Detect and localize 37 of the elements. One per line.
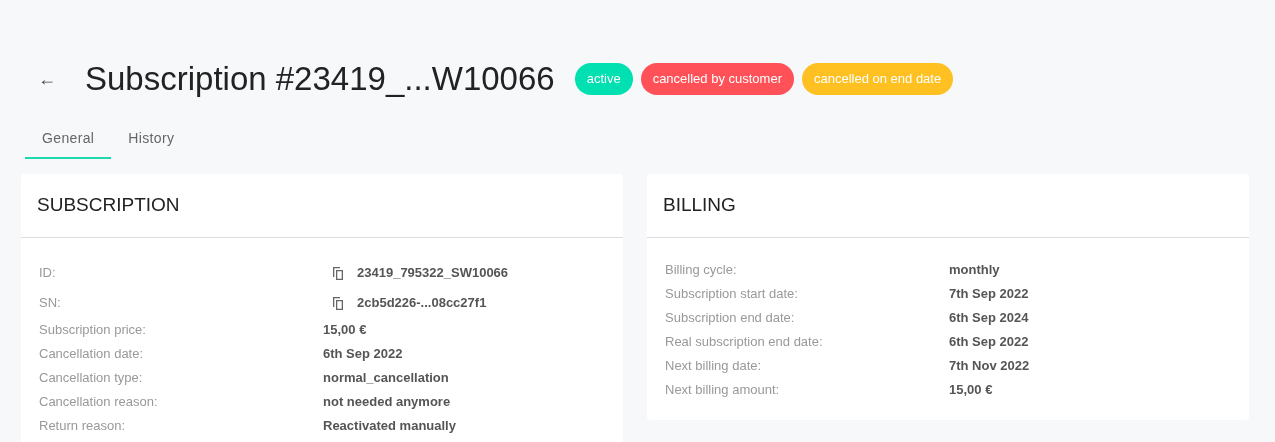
page-title: Subscription #23419_...W10066 — [85, 59, 555, 100]
field-label: Next billing amount: — [665, 381, 781, 400]
field-label: Return reason: — [39, 417, 126, 436]
field-label: Cancellation reason: — [39, 393, 159, 412]
field-value: 7th Nov 2022 — [949, 357, 1030, 376]
field-label: Real subscription end date: — [665, 333, 824, 352]
field-value: monthly — [949, 261, 1000, 280]
copy-icon[interactable] — [331, 295, 345, 311]
back-button[interactable]: ← — [38, 65, 68, 93]
field-label: ID: — [39, 264, 57, 283]
field-value: 6th Sep 2022 — [949, 333, 1029, 352]
card-title: SUBSCRIPTION — [37, 193, 180, 218]
field-value: 6th Sep 2022 — [323, 345, 403, 364]
field-label: Subscription start date: — [665, 285, 799, 304]
field-label: Billing cycle: — [665, 261, 738, 280]
field-label: Next billing date: — [665, 357, 763, 376]
field-value: not needed anymore — [323, 393, 451, 412]
card-title: BILLING — [663, 193, 736, 218]
field-value: 15,00 € — [323, 321, 367, 340]
field-label: Subscription end date: — [665, 309, 796, 328]
field-value: 2cb5d226-...08cc27f1 — [357, 294, 487, 313]
tab[interactable]: General — [25, 119, 112, 159]
field-label: Cancellation type: — [39, 369, 144, 388]
status-badge: cancelled on end date — [801, 63, 954, 95]
tab[interactable]: History — [111, 119, 192, 159]
field-value: 15,00 € — [949, 381, 993, 400]
field-value: normal_cancellation — [323, 369, 449, 388]
field-value: 23419_795322_SW10066 — [357, 264, 509, 283]
field-label: SN: — [39, 294, 62, 313]
status-badge: active — [574, 63, 633, 95]
field-value: Reactivated manually — [323, 417, 456, 436]
field-label: Subscription price: — [39, 321, 147, 340]
status-badge: cancelled by customer — [640, 63, 794, 95]
field-label: Cancellation date: — [39, 345, 145, 364]
field-value: 7th Sep 2022 — [949, 285, 1029, 304]
field-value: 6th Sep 2024 — [949, 309, 1029, 328]
copy-icon[interactable] — [331, 265, 345, 281]
